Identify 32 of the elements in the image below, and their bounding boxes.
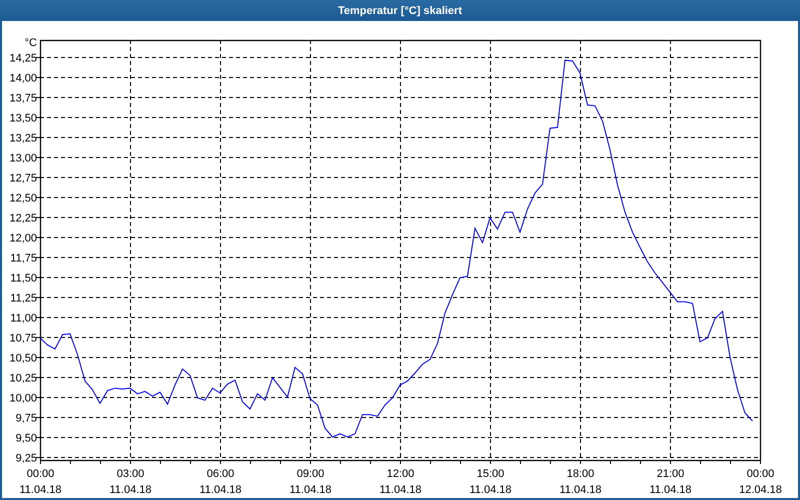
axis-unit-label: °C	[24, 37, 37, 49]
y-tick-label: 14,25	[9, 52, 37, 64]
y-tick-label: 13,25	[9, 132, 37, 144]
y-tick-label: 13,75	[9, 92, 37, 104]
y-tick-label: 13,00	[9, 152, 37, 164]
x-tick-label: 12:00 11.04.18	[380, 468, 422, 496]
y-tick-label: 10,50	[9, 352, 37, 364]
y-tick-label: 11,00	[10, 312, 37, 324]
x-tick-label: 15:00 11.04.18	[470, 468, 512, 496]
y-tick-label: 10,00	[9, 392, 37, 404]
x-tick-label: 00:00 12.04.18	[739, 468, 782, 496]
y-tick-label: 9,50	[16, 432, 37, 444]
x-tick-label: 21:00 11.04.18	[650, 468, 692, 496]
y-tick-label: 9,75	[16, 412, 37, 424]
x-tick-label: 18:00 11.04.18	[560, 468, 602, 496]
y-tick-label: 10,75	[9, 332, 37, 344]
y-tick-label: 14,00	[9, 72, 37, 84]
x-tick-label: 00:00 11.04.18	[20, 468, 62, 496]
y-tick-label: 12,75	[9, 172, 37, 184]
y-tick-label: 10,25	[9, 372, 37, 384]
x-tick-label: 09:00 11.04.18	[290, 468, 332, 496]
y-tick-label: 11,50	[10, 272, 37, 284]
y-tick-label: 13,50	[9, 112, 37, 124]
y-tick-label: 11,25	[10, 292, 37, 304]
y-tick-label: 12,50	[9, 192, 37, 204]
x-tick-label: 06:00 11.04.18	[200, 468, 242, 496]
y-tick-label: 12,00	[9, 232, 37, 244]
y-tick-label: 9,25	[16, 452, 37, 464]
x-tick-label: 03:00 11.04.18	[110, 468, 152, 496]
window-title: Temperatur [°C] skaliert	[338, 4, 462, 16]
y-tick-label: 12,25	[9, 212, 37, 224]
y-tick-label: 11,75	[10, 252, 37, 264]
